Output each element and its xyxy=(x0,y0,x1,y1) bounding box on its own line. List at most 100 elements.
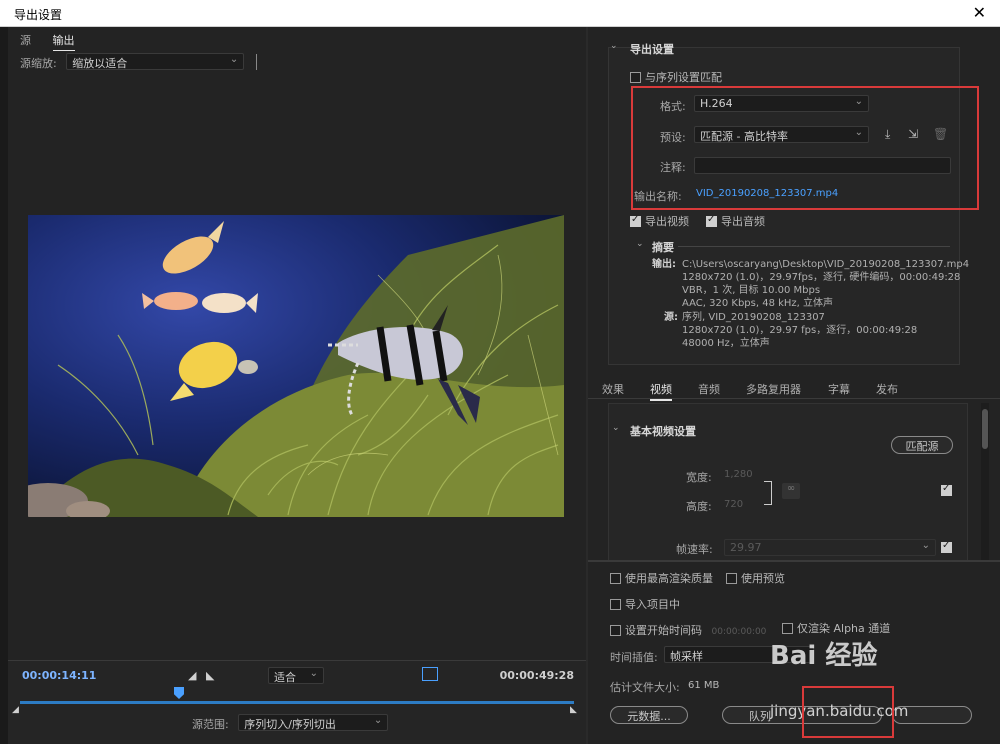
summary-title: 摘要 xyxy=(652,241,674,254)
export-audio-checkbox[interactable] xyxy=(706,214,717,227)
collapse-chevron-icon[interactable]: ⌄ xyxy=(636,239,644,249)
tab-multiplexer[interactable]: 多路复用器 xyxy=(746,381,801,397)
save-preset-icon[interactable]: ⤓ xyxy=(885,127,890,142)
alpha-only-label: 仅渲染 Alpha 通道 xyxy=(797,622,891,635)
use-preview-row[interactable]: 使用预览 xyxy=(726,570,785,586)
preset-value: 匹配源 - 高比特率 xyxy=(700,130,788,143)
preset-dropdown[interactable]: 匹配源 - 高比特率 ⌄ xyxy=(694,126,869,143)
use-preview-checkbox[interactable] xyxy=(726,573,737,584)
max-render-row[interactable]: 使用最高渲染质量 xyxy=(610,570,713,586)
tab-publish[interactable]: 发布 xyxy=(876,381,898,397)
scrollbar-thumb[interactable] xyxy=(982,409,988,449)
delete-preset-icon[interactable]: 🗑 xyxy=(933,127,948,141)
match-seq-label: 与序列设置匹配 xyxy=(645,71,722,84)
size-match-checkbox[interactable] xyxy=(941,483,956,497)
fps-label: 帧速率: xyxy=(676,543,713,556)
export-video-row[interactable]: 导出视频 xyxy=(630,213,689,229)
start-tc-label: 设置开始时间码 xyxy=(625,624,702,637)
max-render-checkbox[interactable] xyxy=(610,573,621,584)
summary-line: 1280x720 (1.0)，29.97 fps，逐行，00:00:49:28 xyxy=(682,325,918,336)
format-dropdown[interactable]: H.264 ⌄ xyxy=(694,95,869,112)
max-render-label: 使用最高渲染质量 xyxy=(625,572,713,585)
mark-in-icon[interactable]: ◢ xyxy=(188,669,196,682)
export-audio-row[interactable]: 导出音频 xyxy=(706,213,765,229)
timecode-in[interactable]: 00:00:14:11 xyxy=(22,669,96,682)
source-summary-label: 源: xyxy=(664,312,678,323)
source-output-tabs: 源 输出 xyxy=(20,32,93,51)
use-preview-label: 使用预览 xyxy=(741,572,785,585)
settings-tabs: 效果 视频 音频 多路复用器 字幕 发布 xyxy=(588,377,1000,401)
divider xyxy=(678,246,950,247)
summary-line: 48000 Hz，立体声 xyxy=(682,338,770,349)
checkbox[interactable] xyxy=(941,483,952,496)
filesize-label: 估计文件大小: xyxy=(610,681,680,694)
summary-line: 1280x720 (1.0)，29.97fps，逐行, 硬件编码，00:00:4… xyxy=(682,272,961,283)
summary-line: C:\Users\oscaryang\Desktop\VID_20190208_… xyxy=(682,259,970,270)
width-value[interactable]: 1,280 xyxy=(724,469,753,480)
source-scale-dropdown[interactable]: 缩放以适合 ⌄ xyxy=(66,53,245,70)
settings-scrollbar[interactable] xyxy=(981,403,989,563)
match-source-button[interactable]: 匹配源 xyxy=(891,436,953,454)
export-video-label: 导出视频 xyxy=(645,215,689,228)
match-seq-row[interactable]: 与序列设置匹配 xyxy=(630,69,722,85)
playhead-handle[interactable] xyxy=(174,687,184,699)
import-project-label: 导入项目中 xyxy=(625,598,680,611)
aspect-toggle-icon[interactable] xyxy=(422,667,438,681)
collapse-chevron-icon[interactable]: ⌄ xyxy=(610,41,618,51)
chevron-down-icon: ⌄ xyxy=(854,96,863,107)
height-value[interactable]: 720 xyxy=(724,499,743,510)
comment-label: 注释: xyxy=(660,161,686,174)
aquarium-image xyxy=(28,215,564,517)
source-range-row: 源范围: 序列切入/序列切出 ⌄ xyxy=(192,714,389,732)
source-scale-value: 缩放以适合 xyxy=(72,57,128,70)
alpha-only-checkbox[interactable] xyxy=(782,623,793,634)
source-range-label: 源范围: xyxy=(192,718,229,731)
format-label: 格式: xyxy=(660,100,686,113)
metadata-button[interactable]: 元数据... xyxy=(610,706,688,724)
basic-video-title: 基本视频设置 xyxy=(630,425,696,438)
comment-input[interactable] xyxy=(694,157,951,174)
tab-effects[interactable]: 效果 xyxy=(602,381,624,397)
in-point-handle[interactable]: ◢ xyxy=(12,705,19,715)
tab-video[interactable]: 视频 xyxy=(650,381,672,401)
background-strip xyxy=(0,27,8,744)
timeline-bar: 00:00:14:11 ◢ ◣ 适合 ⌄ 00:00:49:28 ◢ ◣ 源范围… xyxy=(8,660,586,744)
dialog-title: 导出设置 xyxy=(14,8,63,22)
fps-match-checkbox[interactable] xyxy=(941,540,956,554)
link-icon[interactable]: ∞ xyxy=(782,483,800,499)
preview-panel: 源 输出 源缩放: 缩放以适合 ⌄ xyxy=(8,27,586,744)
tab-output[interactable]: 输出 xyxy=(52,32,75,51)
close-icon[interactable]: ✕ xyxy=(973,3,986,22)
link-bracket xyxy=(764,481,772,505)
start-tc-row[interactable]: 设置开始时间码 00:00:00:00 xyxy=(610,622,766,638)
start-tc-checkbox[interactable] xyxy=(610,625,621,636)
output-summary: C:\Users\oscaryang\Desktop\VID_20190208_… xyxy=(682,258,969,310)
divider xyxy=(255,54,257,70)
mark-out-icon[interactable]: ◣ xyxy=(206,669,214,682)
tab-captions[interactable]: 字幕 xyxy=(828,381,850,397)
chevron-down-icon: ⌄ xyxy=(854,127,863,138)
tab-source[interactable]: 源 xyxy=(20,32,31,50)
alpha-only-row[interactable]: 仅渲染 Alpha 通道 xyxy=(782,620,890,636)
import-project-checkbox[interactable] xyxy=(610,599,621,610)
source-summary: 序列, VID_20190208_123307 1280x720 (1.0)，2… xyxy=(682,311,917,350)
output-name-link[interactable]: VID_20190208_123307.mp4 xyxy=(696,188,838,199)
fps-dropdown[interactable]: 29.97 ⌄ xyxy=(724,539,936,556)
width-label: 宽度: xyxy=(686,471,712,484)
match-seq-checkbox[interactable] xyxy=(630,72,641,83)
video-preview xyxy=(28,215,564,517)
export-video-checkbox[interactable] xyxy=(630,214,641,227)
source-range-dropdown[interactable]: 序列切入/序列切出 ⌄ xyxy=(238,714,389,731)
tab-audio[interactable]: 音频 xyxy=(698,381,720,397)
summary-line: VBR，1 次, 目标 10.00 Mbps xyxy=(682,285,821,296)
import-project-row[interactable]: 导入项目中 xyxy=(610,596,680,612)
collapse-chevron-icon[interactable]: ⌄ xyxy=(612,423,620,433)
import-preset-icon[interactable]: ⇲ xyxy=(908,127,918,141)
timeline-track[interactable] xyxy=(20,701,574,704)
out-point-handle[interactable]: ◣ xyxy=(570,705,577,715)
fit-dropdown[interactable]: 适合 ⌄ xyxy=(268,667,324,684)
summary-line: AAC, 320 Kbps, 48 kHz, 立体声 xyxy=(682,298,834,309)
checkbox[interactable] xyxy=(941,540,952,553)
height-label: 高度: xyxy=(686,500,712,513)
fit-value: 适合 xyxy=(274,671,296,684)
